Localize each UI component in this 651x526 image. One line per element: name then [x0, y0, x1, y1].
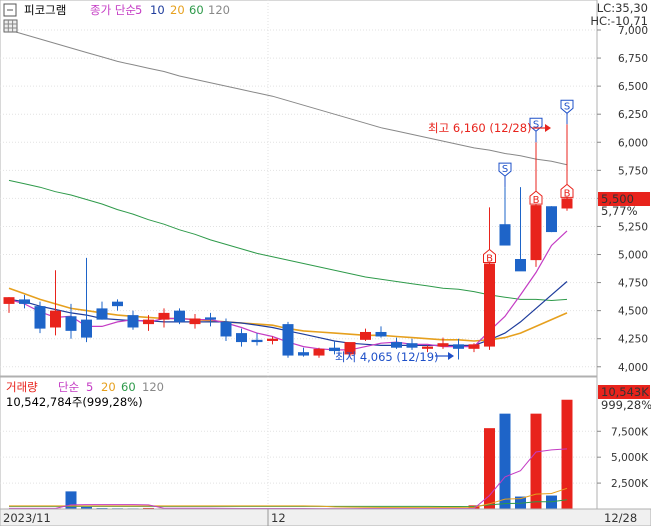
legend-ma120: 120	[208, 3, 230, 17]
volume-tick-label: 2,500K	[611, 478, 649, 490]
price-tick-label: 4,750	[618, 278, 648, 290]
x-label-start: 2023/11	[3, 511, 51, 525]
candle-body	[112, 301, 123, 307]
last-volume-value: 10,543K	[601, 385, 649, 399]
candle-body	[453, 344, 464, 349]
candle-body	[34, 306, 46, 329]
candle-body	[282, 324, 294, 356]
vol-legend-ma20: 20	[101, 380, 116, 394]
grid-settings-icon[interactable]	[3, 19, 18, 33]
candle-body	[19, 299, 30, 304]
price-tick-label: 4,500	[618, 306, 648, 318]
price-tick-label: 6,000	[618, 137, 648, 149]
candle-body	[3, 297, 15, 304]
candle-body	[375, 331, 387, 337]
candle-body	[437, 343, 449, 347]
price-tick-label: 5,750	[618, 165, 648, 177]
program-label: 피코그램	[24, 3, 66, 17]
candle-body	[158, 312, 170, 320]
candle-body	[189, 318, 201, 325]
x-label-end: 12/28	[604, 511, 637, 525]
volume-current-text: 10,542,784주(999,28%)	[6, 395, 143, 409]
volume-label: 거래량	[6, 380, 38, 394]
price-tick-label: 6,750	[618, 53, 648, 65]
volume-change-pct: 999,28%	[601, 398, 651, 412]
candle-body	[561, 198, 573, 209]
price-panel[interactable]	[0, 0, 598, 377]
candle-body	[127, 315, 139, 328]
sell-signal-label: S	[564, 101, 570, 112]
legend-ma10: 10	[150, 3, 165, 17]
x-axis-bar	[0, 508, 651, 526]
candle-body	[65, 316, 77, 331]
candle-body	[174, 310, 185, 322]
legend-ma60: 60	[189, 3, 204, 17]
high-annotation: 최고 6,160 (12/28)	[428, 121, 532, 135]
vol-legend-ma5: 5	[86, 380, 93, 394]
candle-body	[236, 333, 247, 343]
volume-bar	[546, 495, 557, 509]
buy-signal-label: B	[486, 253, 493, 264]
candle-body	[499, 224, 511, 246]
candle-body	[50, 310, 61, 328]
candle-body	[484, 263, 495, 347]
candle-body	[406, 343, 418, 348]
buy-signal-label: B	[533, 195, 540, 206]
candle-body	[96, 308, 108, 320]
legend-toggle-icon[interactable]	[3, 3, 17, 17]
volume-bar	[499, 413, 511, 509]
candle-body	[468, 344, 480, 349]
volume-bar	[484, 428, 495, 509]
vol-legend-ma120: 120	[142, 380, 164, 394]
candle-body	[267, 338, 278, 341]
stock-chart: B S B S B S 피코그램 종가 단순 5 10 20 60 120 LC:35,3…	[0, 0, 651, 526]
price-tick-label: 4,000	[618, 362, 648, 374]
candle-body	[81, 319, 92, 338]
candle-body	[143, 319, 154, 325]
candle-body	[515, 259, 526, 272]
volume-ma-label: 단순	[58, 380, 79, 394]
sell-signal-label: S	[502, 164, 508, 175]
price-ma-label: 종가 단순	[90, 3, 136, 17]
candle-body	[546, 206, 557, 233]
candle-body	[530, 205, 542, 261]
vol-legend-ma60: 60	[121, 380, 136, 394]
price-tick-label: 5,000	[618, 250, 648, 262]
candle-body	[220, 321, 232, 337]
price-tick-label: 7,000	[618, 25, 648, 37]
candle-body	[205, 317, 216, 320]
lc-value: LC:35,30	[597, 1, 648, 15]
legend-ma20: 20	[170, 3, 185, 17]
price-tick-label: 4,250	[618, 334, 648, 346]
price-change-pct: 5,77%	[601, 204, 638, 218]
candle-body	[391, 342, 402, 348]
candle-body	[313, 348, 325, 356]
candle-body	[360, 331, 371, 340]
price-tick-label: 6,250	[618, 109, 648, 121]
sell-signal-label: S	[533, 119, 539, 130]
volume-bar	[561, 399, 573, 509]
low-annotation: 최저 4,065 (12/19)	[335, 350, 439, 364]
legend-ma5: 5	[135, 3, 142, 17]
price-tick-label: 5,250	[618, 221, 648, 233]
x-label-month: 12	[271, 511, 286, 525]
candle-body	[422, 346, 433, 349]
buy-signal-label: B	[564, 188, 571, 199]
volume-tick-label: 7,500K	[611, 426, 649, 438]
candle-body	[251, 339, 263, 343]
price-tick-label: 6,500	[618, 81, 648, 93]
volume-tick-label: 5,000K	[611, 452, 649, 464]
candle-body	[298, 352, 309, 356]
